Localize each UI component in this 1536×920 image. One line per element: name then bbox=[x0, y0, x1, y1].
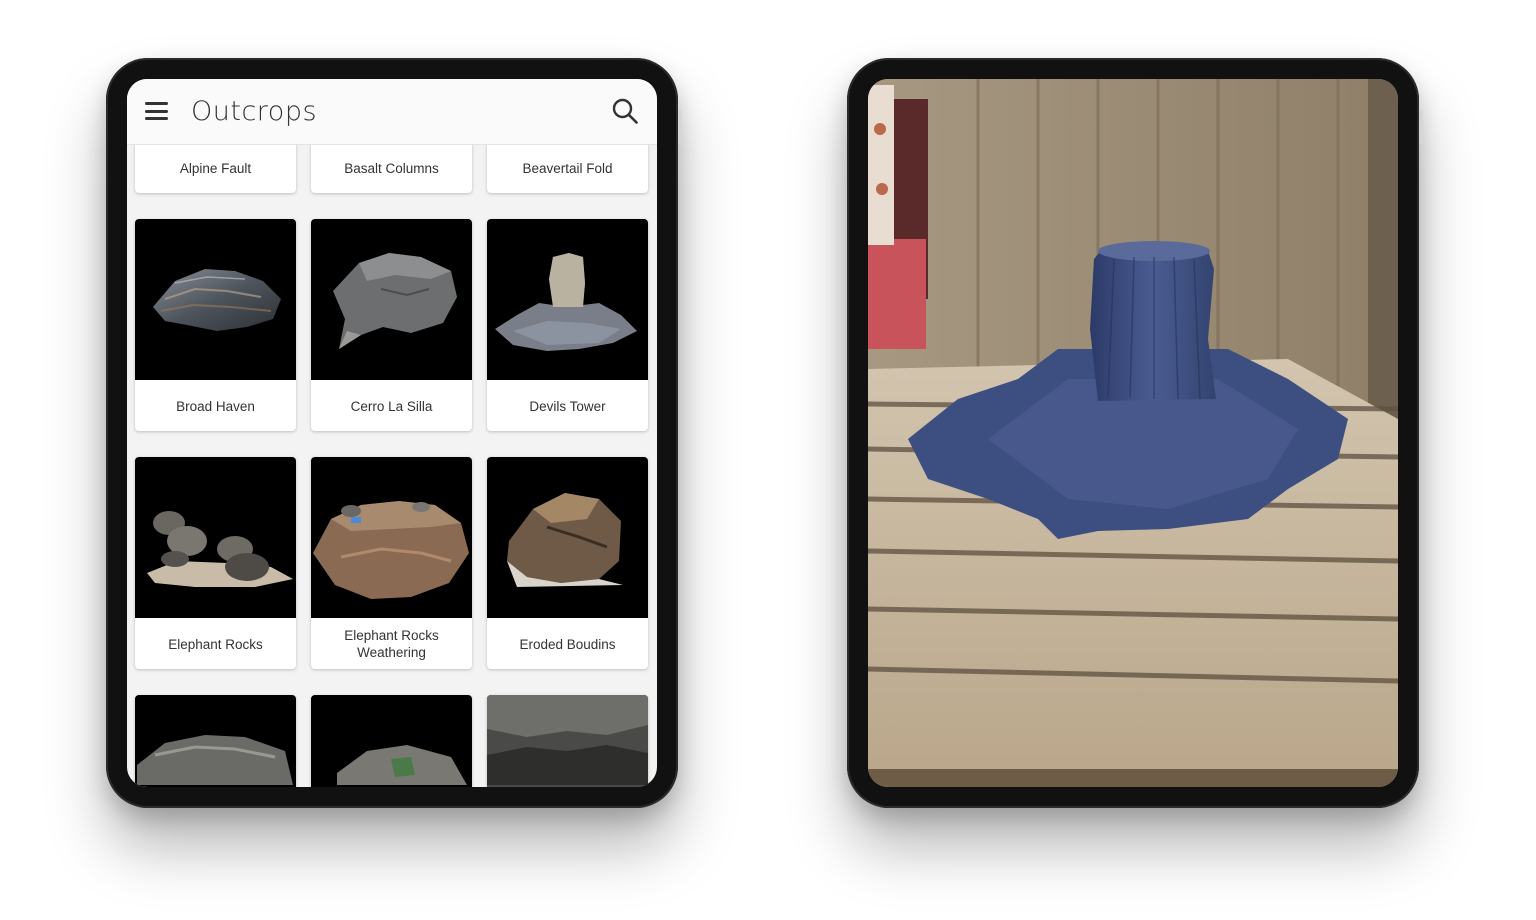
search-icon[interactable] bbox=[611, 97, 639, 125]
page-title: Outcrops bbox=[191, 96, 318, 127]
tablet-left: Alpine Fault Basalt Columns Beavertail F… bbox=[106, 58, 682, 808]
outcrop-card-elephant-rocks-weathering[interactable]: Elephant Rocks Weathering bbox=[311, 457, 472, 669]
side-button bbox=[1419, 110, 1423, 144]
outcrop-label: Devils Tower bbox=[529, 399, 606, 414]
ar-camera-view[interactable] bbox=[868, 79, 1398, 787]
outcrop-thumbnail bbox=[487, 457, 648, 618]
outcrop-label: Elephant Rocks Weathering bbox=[344, 628, 439, 660]
outcrop-thumbnail bbox=[135, 457, 296, 618]
outcrop-label: Broad Haven bbox=[176, 399, 255, 414]
outcrop-card-broad-haven[interactable]: Broad Haven bbox=[135, 219, 296, 431]
outcrop-card-eroded-boudins[interactable]: Eroded Boudins bbox=[487, 457, 648, 669]
outcrop-thumbnail bbox=[311, 457, 472, 618]
outcrop-label: Eroded Boudins bbox=[519, 637, 616, 652]
outcrop-thumbnail bbox=[487, 219, 648, 380]
outcrop-thumbnail bbox=[487, 695, 648, 787]
ar-scene bbox=[868, 79, 1398, 787]
outcrop-card[interactable] bbox=[311, 695, 472, 787]
outcrop-thumbnail bbox=[311, 695, 472, 787]
outcrop-thumbnail bbox=[135, 219, 296, 380]
side-button bbox=[678, 110, 682, 144]
outcrop-thumbnail bbox=[311, 219, 472, 380]
outcrop-label: Basalt Columns bbox=[344, 161, 439, 176]
outcrops-screen: Alpine Fault Basalt Columns Beavertail F… bbox=[127, 79, 657, 787]
outcrop-card[interactable] bbox=[487, 695, 648, 787]
outcrop-label: Elephant Rocks bbox=[168, 637, 263, 652]
outcrop-card-elephant-rocks[interactable]: Elephant Rocks bbox=[135, 457, 296, 669]
outcrop-label: Alpine Fault bbox=[179, 161, 252, 176]
hamburger-menu-icon[interactable] bbox=[145, 102, 168, 120]
app-bar: Outcrops bbox=[127, 79, 657, 145]
outcrop-thumbnail bbox=[135, 695, 296, 787]
outcrop-card-devils-tower[interactable]: Devils Tower bbox=[487, 219, 648, 431]
outcrop-card[interactable] bbox=[135, 695, 296, 787]
outcrop-label: Beavertail Fold bbox=[522, 161, 613, 176]
outcrop-label: Cerro La Silla bbox=[350, 399, 433, 414]
outcrops-grid: Alpine Fault Basalt Columns Beavertail F… bbox=[127, 79, 657, 787]
tablet-right bbox=[847, 58, 1423, 808]
outcrop-card-cerro-la-silla[interactable]: Cerro La Silla bbox=[311, 219, 472, 431]
